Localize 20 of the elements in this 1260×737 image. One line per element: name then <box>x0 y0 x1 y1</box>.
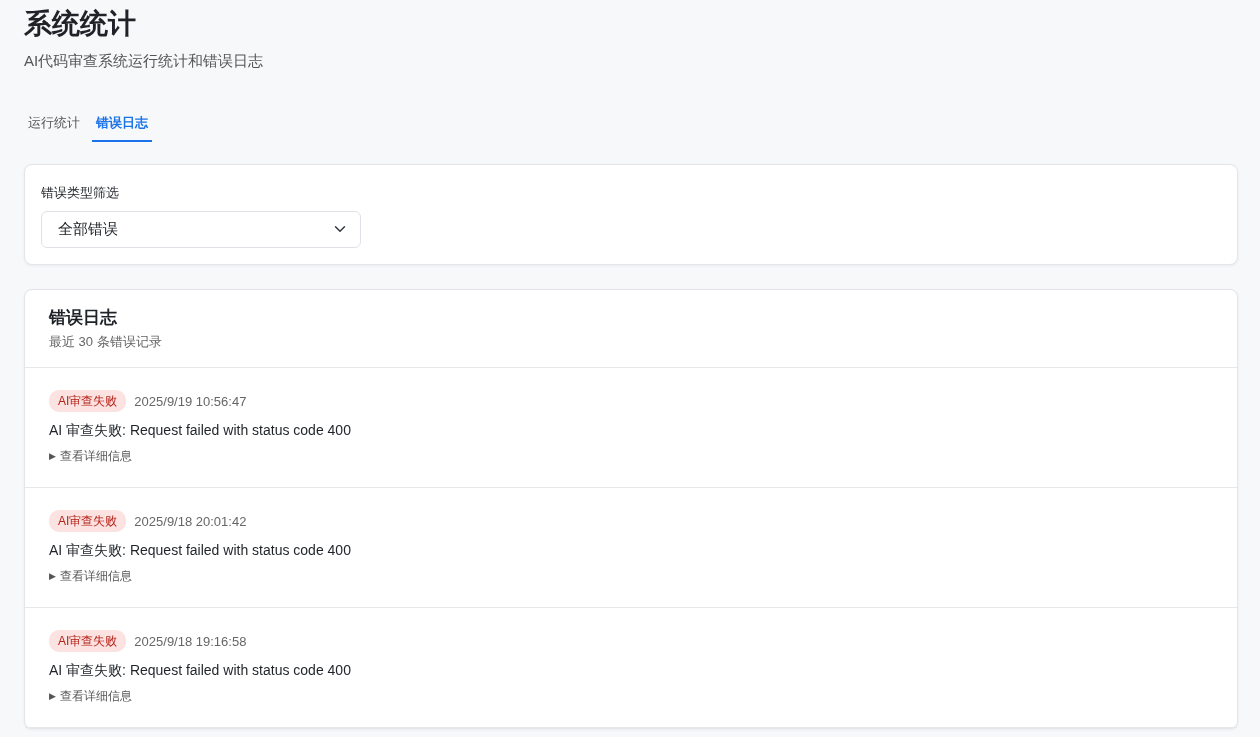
error-type-select[interactable]: 全部错误 <box>41 210 361 248</box>
timestamp: 2025/9/19 10:56:47 <box>134 392 247 411</box>
error-message: AI 审查失败: Request failed with status code 400 <box>49 541 352 561</box>
error-message: AI 审查失败: Request failed with status code 400 <box>49 421 352 441</box>
filter-label: 错误类型筛选 <box>41 184 120 202</box>
details-toggle[interactable]: ▶ 查看详细信息 <box>49 687 1213 706</box>
error-tag: AI审查失败 <box>49 510 127 533</box>
tab[interactable]: 错误日志 <box>92 108 152 142</box>
page-title: 系统统计 <box>24 7 137 41</box>
card-title: 错误日志 <box>49 307 118 328</box>
page-subtitle: AI代码审查系统运行统计和错误日志 <box>24 51 265 71</box>
card-subtitle: 最近 30 条错误记录 <box>49 332 163 351</box>
details-toggle[interactable]: ▶ 查看详细信息 <box>49 447 1213 466</box>
timestamp: 2025/9/18 19:16:58 <box>134 632 247 651</box>
error-tag: AI审查失败 <box>49 630 127 653</box>
timestamp: 2025/9/18 20:01:42 <box>134 512 247 531</box>
error-tag: AI审查失败 <box>49 390 127 413</box>
details-toggle[interactable]: ▶ 查看详细信息 <box>49 567 1213 586</box>
error-message: AI 审查失败: Request failed with status code 400 <box>49 661 352 681</box>
tab[interactable]: 运行统计 <box>24 108 84 142</box>
